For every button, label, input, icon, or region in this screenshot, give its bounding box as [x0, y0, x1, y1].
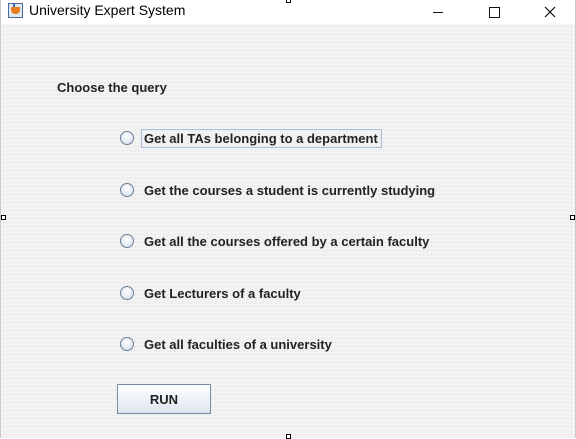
radio-button[interactable] [120, 286, 134, 300]
application-window: University Expert System Choose the quer… [0, 0, 576, 439]
run-button[interactable]: RUN [117, 384, 211, 414]
radio-button[interactable] [120, 234, 134, 248]
query-option-label[interactable]: Get all faculties of a university [141, 335, 336, 354]
close-button[interactable] [527, 0, 573, 24]
resize-handle-bottom[interactable] [286, 434, 291, 439]
java-coffee-cup-icon [8, 3, 23, 18]
query-option-label[interactable]: Get Lecturers of a faculty [141, 284, 305, 303]
query-option-student-courses[interactable]: Get the courses a student is currently s… [120, 180, 439, 200]
query-option-label[interactable]: Get all the courses offered by a certain… [141, 232, 433, 251]
query-prompt-label: Choose the query [57, 80, 167, 95]
maximize-icon [488, 6, 500, 18]
query-option-faculty-lecturers[interactable]: Get Lecturers of a faculty [120, 283, 305, 303]
maximize-button[interactable] [471, 0, 517, 24]
resize-handle-right[interactable] [570, 215, 575, 220]
resize-handle-top[interactable] [286, 0, 291, 3]
query-option-label[interactable]: Get the courses a student is currently s… [141, 181, 439, 200]
query-option-tas-by-department[interactable]: Get all TAs belonging to a department [120, 128, 382, 148]
content-panel: Choose the query Get all TAs belonging t… [1, 24, 575, 438]
radio-button[interactable] [120, 131, 134, 145]
minimize-icon [433, 11, 443, 13]
query-option-university-faculties[interactable]: Get all faculties of a university [120, 334, 336, 354]
window-title: University Expert System [29, 2, 186, 18]
minimize-button[interactable] [415, 0, 461, 24]
resize-handle-left[interactable] [1, 215, 6, 220]
radio-button[interactable] [120, 337, 134, 351]
title-bar[interactable]: University Expert System [1, 0, 575, 24]
query-option-label[interactable]: Get all TAs belonging to a department [141, 128, 382, 148]
close-icon [544, 6, 556, 18]
query-option-faculty-courses[interactable]: Get all the courses offered by a certain… [120, 231, 433, 251]
radio-button[interactable] [120, 183, 134, 197]
